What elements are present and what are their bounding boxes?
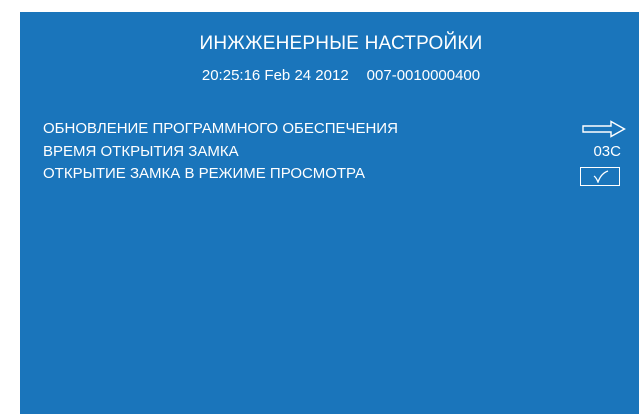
page-title: ИНЖЖЕНЕРНЫЕ НАСТРОЙКИ — [199, 33, 483, 54]
lock-time-value[interactable]: 03С — [593, 142, 621, 162]
arrow-right-icon[interactable] — [582, 120, 626, 138]
setting-label: ОТКРЫТИЕ ЗАМКА В РЕЖИМЕ ПРОСМОТРА — [43, 165, 366, 182]
lock-view-mode-checkbox[interactable] — [580, 167, 620, 186]
serial-number: 007-0010000400 — [366, 67, 481, 84]
setting-row-software-update[interactable]: ОБНОВЛЕНИЕ ПРОГРАММНОГО ОБЕСПЕЧЕНИЯ — [43, 119, 629, 139]
datetime-label: 20:25:16 Feb 24 2012 — [201, 67, 349, 84]
setting-row-lock-time[interactable]: ВРЕМЯ ОТКРЫТИЯ ЗАМКА 03С — [43, 142, 629, 162]
setting-label: ВРЕМЯ ОТКРЫТИЯ ЗАМКА — [43, 143, 239, 160]
setting-row-lock-in-view-mode[interactable]: ОТКРЫТИЕ ЗАМКА В РЕЖИМЕ ПРОСМОТРА — [43, 164, 629, 186]
checkmark-icon — [593, 170, 609, 183]
setting-label: ОБНОВЛЕНИЕ ПРОГРАММНОГО ОБЕСПЕЧЕНИЯ — [43, 120, 398, 137]
status-line: 20:25:16 Feb 24 2012 007-0010000400 — [43, 67, 639, 84]
settings-screen: ИНЖЖЕНЕРНЫЕ НАСТРОЙКИ 20:25:16 Feb 24 20… — [20, 12, 639, 414]
